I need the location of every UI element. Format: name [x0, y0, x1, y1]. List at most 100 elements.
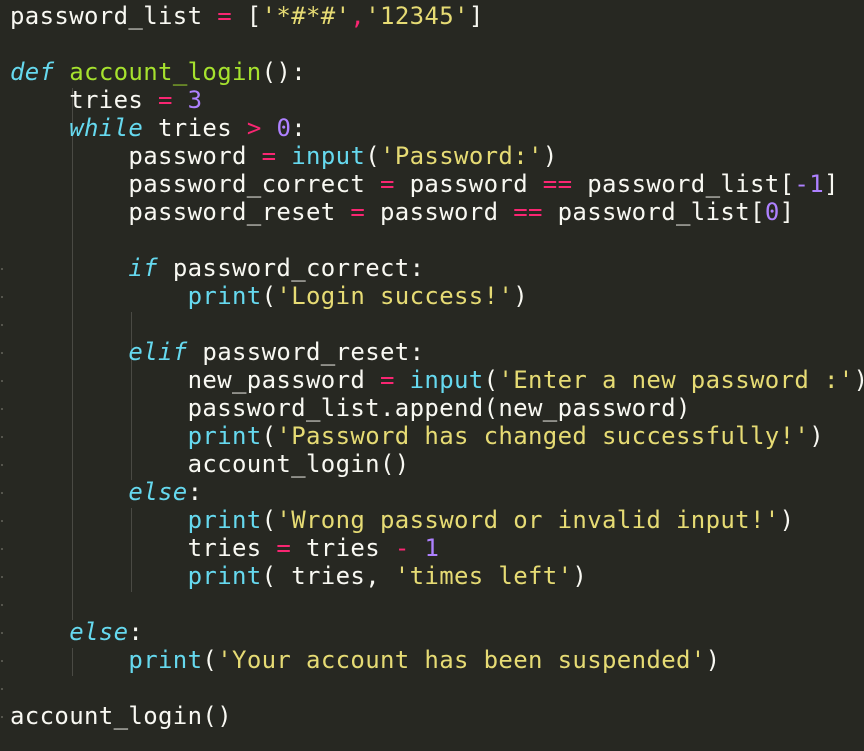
code-line[interactable]: new_password = input('Enter a new passwo…	[10, 366, 864, 394]
code-token: =	[276, 534, 292, 562]
code-line[interactable]: print('Your account has been suspended')	[10, 646, 720, 674]
code-token: 'Your account has been suspended'	[217, 646, 706, 674]
code-token: >	[246, 114, 262, 142]
code-line[interactable]: tries = 3	[10, 86, 202, 114]
code-token: =	[158, 86, 173, 114]
code-token: password_list[	[572, 170, 795, 198]
code-token: password_list	[10, 2, 203, 30]
code-token: (	[483, 366, 499, 394]
fold-marker	[1, 464, 3, 466]
code-token: password	[10, 142, 262, 170]
code-line[interactable]: print( tries, 'times left')	[10, 562, 587, 590]
code-token: :	[128, 618, 144, 646]
code-token: 'Wrong password or invalid input!'	[276, 506, 780, 534]
code-line[interactable]: password = input('Password:')	[10, 142, 558, 170]
code-token: (	[365, 142, 381, 170]
code-line[interactable]: print('Password has changed successfully…	[10, 422, 824, 450]
code-line[interactable]: elif password_reset:	[10, 338, 424, 366]
code-token: ]	[824, 170, 839, 198]
code-token: ]	[779, 198, 795, 226]
code-token: :	[291, 114, 307, 142]
code-token: (	[202, 646, 218, 674]
code-token: =	[202, 2, 247, 30]
code-token: )	[779, 506, 795, 534]
code-token: ==	[513, 198, 543, 226]
code-token: =	[261, 142, 277, 170]
code-token: while	[69, 114, 144, 142]
fold-marker	[1, 660, 3, 662]
code-token: 'Enter a new password :'	[498, 366, 854, 394]
code-token: :	[187, 478, 203, 506]
code-token: account_login()	[10, 450, 410, 478]
code-line[interactable]: password_list.append(new_password)	[10, 394, 691, 422]
code-token: print	[128, 646, 203, 674]
code-token: )	[854, 366, 864, 394]
code-token: tries	[291, 534, 395, 562]
code-line[interactable]: else:	[10, 618, 143, 646]
code-token: new_password	[10, 366, 380, 394]
fold-marker	[1, 324, 3, 326]
code-token: input	[291, 142, 366, 170]
code-token: )	[705, 646, 721, 674]
code-token: ():	[261, 58, 307, 86]
code-token: =	[350, 198, 366, 226]
code-token: 'Password has changed successfully!'	[276, 422, 810, 450]
code-token: else	[69, 618, 129, 646]
code-token: -1	[794, 170, 825, 198]
code-line[interactable]: account_login()	[10, 702, 232, 730]
code-token: ]	[468, 2, 484, 30]
code-token: elif	[128, 338, 188, 366]
code-token: -	[394, 534, 410, 562]
fold-marker	[1, 352, 3, 354]
code-token: ==	[542, 170, 573, 198]
code-token: password_list.append(new_password)	[10, 394, 691, 422]
code-token: )	[572, 562, 588, 590]
code-token: account_login	[69, 58, 262, 86]
fold-marker	[1, 268, 3, 270]
code-token: 'times left'	[394, 562, 573, 590]
code-token: password	[365, 198, 514, 226]
code-token: print	[187, 562, 262, 590]
code-line[interactable]: account_login()	[10, 450, 410, 478]
code-editor[interactable]: password_list = ['*#*#','12345'] def acco…	[0, 0, 864, 751]
code-line[interactable]: def account_login():	[10, 58, 306, 86]
code-token: password_list[	[542, 198, 765, 226]
fold-marker	[1, 296, 3, 298]
code-line[interactable]: password_correct = password == password_…	[10, 170, 839, 198]
code-token: 0	[276, 114, 292, 142]
code-token: 'Password:'	[380, 142, 543, 170]
code-line[interactable]: while tries > 0:	[10, 114, 306, 142]
code-token: ,	[350, 2, 366, 30]
code-line[interactable]: password_list = ['*#*#','12345']	[10, 2, 484, 30]
code-token: password_reset:	[187, 338, 425, 366]
code-line[interactable]: print('Wrong password or invalid input!'…	[10, 506, 794, 534]
code-line[interactable]: password_reset = password == password_li…	[10, 198, 794, 226]
code-line[interactable]: tries = tries - 1	[10, 534, 439, 562]
code-token: password_correct	[10, 170, 380, 198]
fold-marker	[1, 604, 3, 606]
code-line[interactable]: else:	[10, 478, 202, 506]
code-token: print	[187, 282, 262, 310]
code-token: print	[187, 506, 262, 534]
code-line[interactable]: print('Login success!')	[10, 282, 528, 310]
code-token: [	[246, 2, 262, 30]
code-token: password	[394, 170, 543, 198]
fold-marker	[1, 520, 3, 522]
fold-marker	[1, 380, 3, 382]
code-token: '*#*#'	[261, 2, 351, 30]
code-token: )	[513, 282, 529, 310]
code-token: tries	[143, 114, 247, 142]
code-line[interactable]: if password_correct:	[10, 254, 424, 282]
